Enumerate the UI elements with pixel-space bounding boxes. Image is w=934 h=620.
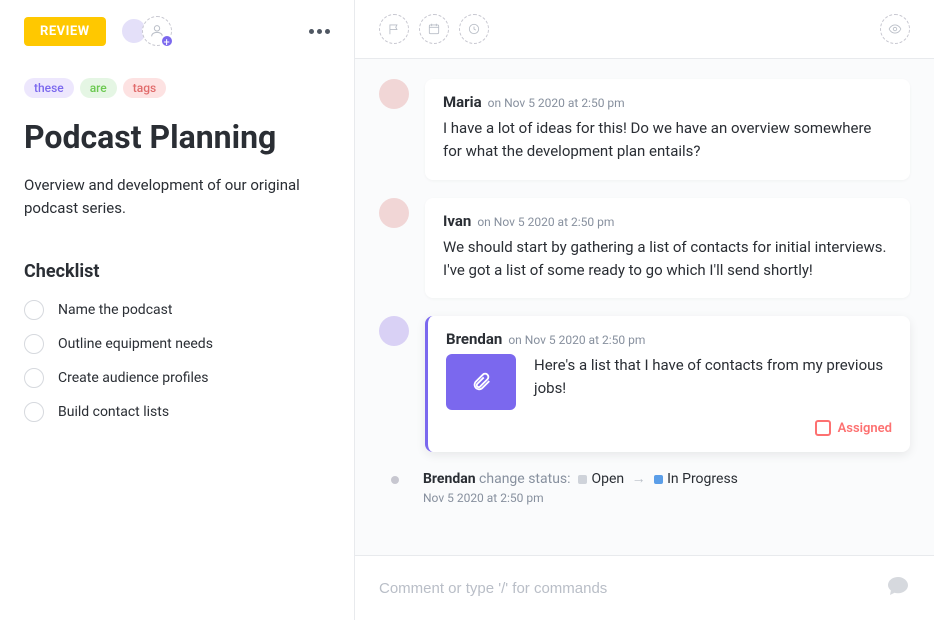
checklist-item[interactable]: Build contact lists	[24, 402, 330, 422]
checklist-label: Build contact lists	[58, 404, 169, 420]
clock-icon[interactable]	[459, 14, 489, 44]
checklist-item[interactable]: Outline equipment needs	[24, 334, 330, 354]
checklist-heading: Checklist	[24, 261, 330, 282]
comment-body: Here's a list that I have of contacts fr…	[534, 354, 892, 401]
status-dot-icon	[578, 475, 587, 484]
assigned-label: Assigned	[838, 421, 892, 436]
dot-icon	[391, 476, 399, 484]
checklist: Name the podcast Outline equipment needs…	[24, 300, 330, 422]
checklist-label: Create audience profiles	[58, 370, 209, 386]
status-dot-icon	[654, 475, 663, 484]
comments-area: Maria on Nov 5 2020 at 2:50 pm I have a …	[355, 59, 934, 555]
checklist-label: Outline equipment needs	[58, 336, 213, 352]
assigned-badge[interactable]: Assigned	[446, 420, 892, 436]
assignee-avatars[interactable]: +	[120, 16, 172, 46]
chat-icon[interactable]	[886, 574, 910, 602]
comment-author: Maria	[443, 93, 482, 111]
comment-card: Maria on Nov 5 2020 at 2:50 pm I have a …	[425, 79, 910, 180]
add-assignee-button[interactable]: +	[142, 16, 172, 46]
tag[interactable]: are	[80, 78, 117, 98]
comment: Maria on Nov 5 2020 at 2:50 pm I have a …	[379, 79, 910, 180]
checklist-item[interactable]: Create audience profiles	[24, 368, 330, 388]
avatar[interactable]	[379, 198, 409, 228]
tag[interactable]: tags	[123, 78, 166, 98]
checkbox-icon[interactable]	[24, 300, 44, 320]
header-icons-left	[379, 14, 489, 44]
avatar[interactable]	[379, 79, 409, 109]
comment-timestamp: on Nov 5 2020 at 2:50 pm	[508, 333, 645, 347]
checkbox-icon[interactable]	[815, 420, 831, 436]
comment: Brendan on Nov 5 2020 at 2:50 pm Here's …	[379, 316, 910, 452]
checkbox-icon[interactable]	[24, 368, 44, 388]
checklist-label: Name the podcast	[58, 302, 172, 318]
tag[interactable]: these	[24, 78, 74, 98]
comment-timestamp: on Nov 5 2020 at 2:50 pm	[477, 215, 614, 229]
checkbox-icon[interactable]	[24, 402, 44, 422]
comment-author: Ivan	[443, 212, 471, 230]
status-change-log: Brendan change status: Open → In Progres…	[379, 470, 910, 505]
comment: Ivan on Nov 5 2020 at 2:50 pm We should …	[379, 198, 910, 299]
comment-input[interactable]	[379, 580, 886, 597]
status-change-timestamp: Nov 5 2020 at 2:50 pm	[423, 491, 738, 505]
right-header	[355, 0, 934, 59]
comment-body: I have a lot of ideas for this! Do we ha…	[443, 117, 892, 164]
checklist-item[interactable]: Name the podcast	[24, 300, 330, 320]
calendar-icon[interactable]	[419, 14, 449, 44]
checkbox-icon[interactable]	[24, 334, 44, 354]
plus-icon: +	[160, 34, 174, 48]
comment-card-highlighted: Brendan on Nov 5 2020 at 2:50 pm Here's …	[425, 316, 910, 452]
left-panel: REVIEW + these are tags Podcast Planning…	[0, 0, 355, 620]
page-title[interactable]: Podcast Planning	[24, 118, 330, 156]
more-menu-button[interactable]	[309, 29, 330, 34]
arrow-right-icon: →	[632, 471, 646, 487]
page-description[interactable]: Overview and development of our original…	[24, 174, 330, 221]
avatar[interactable]	[379, 316, 409, 346]
comment-timestamp: on Nov 5 2020 at 2:50 pm	[488, 96, 625, 110]
flag-icon[interactable]	[379, 14, 409, 44]
comment-card: Ivan on Nov 5 2020 at 2:50 pm We should …	[425, 198, 910, 299]
attachment-icon[interactable]	[446, 354, 516, 410]
left-header-actions: REVIEW +	[24, 16, 172, 46]
status-badge-review[interactable]: REVIEW	[24, 17, 106, 46]
eye-icon[interactable]	[880, 14, 910, 44]
status-change-text: Brendan change status: Open → In Progres…	[423, 470, 738, 487]
comment-body: We should start by gathering a list of c…	[443, 236, 892, 283]
left-header: REVIEW +	[24, 16, 330, 46]
comment-input-bar	[355, 555, 934, 620]
tags-row: these are tags	[24, 78, 330, 98]
comment-author: Brendan	[446, 330, 502, 348]
right-panel: Maria on Nov 5 2020 at 2:50 pm I have a …	[355, 0, 934, 620]
